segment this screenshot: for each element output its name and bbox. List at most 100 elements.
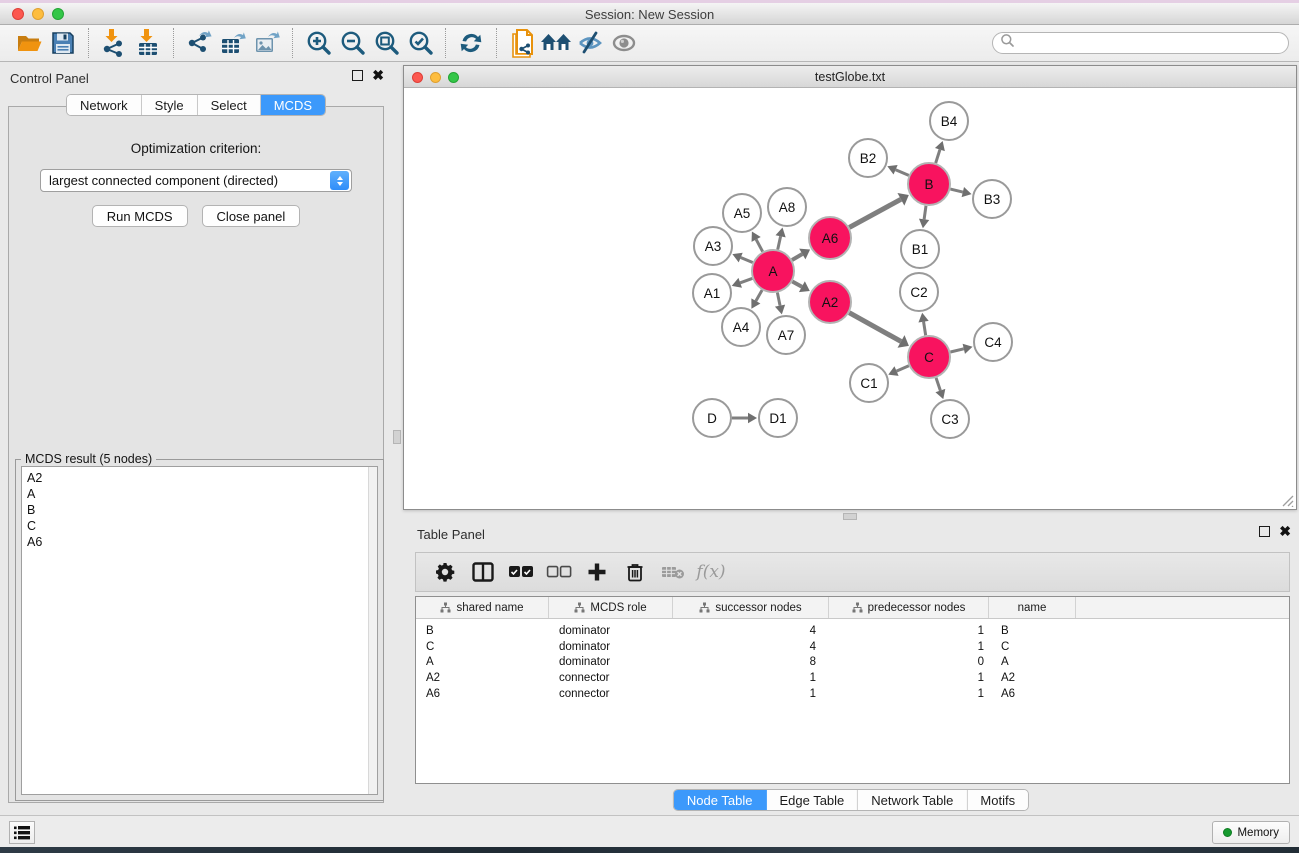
graph-edge[interactable] <box>777 293 780 306</box>
function-builder-button[interactable]: f(x) <box>692 555 730 589</box>
open-folder-icon <box>16 31 43 55</box>
graph-edge[interactable] <box>792 282 802 287</box>
tab-select[interactable]: Select <box>198 95 261 115</box>
graph-node-label: C3 <box>941 412 958 427</box>
graph-edge[interactable] <box>778 236 781 249</box>
float-panel-icon[interactable] <box>352 70 363 81</box>
graph-edge[interactable] <box>792 254 802 260</box>
table-settings-button[interactable] <box>426 555 464 589</box>
graph-node-label: A1 <box>704 286 721 301</box>
table-row[interactable]: Bdominator41B <box>416 623 1289 639</box>
list-item[interactable]: A2 <box>22 470 377 486</box>
zoom-out-icon <box>339 30 366 57</box>
graph-edge[interactable] <box>741 258 753 263</box>
column-header-successor-nodes[interactable]: successor nodes <box>673 597 829 618</box>
memory-button[interactable]: Memory <box>1212 821 1290 844</box>
delete-column-button[interactable] <box>616 555 654 589</box>
list-item[interactable]: A <box>22 486 377 502</box>
select-all-button[interactable] <box>502 555 540 589</box>
run-mcds-button[interactable]: Run MCDS <box>92 205 188 227</box>
node-table[interactable]: shared name MCDS role successor nodes pr… <box>415 596 1290 784</box>
float-panel-icon[interactable] <box>1259 526 1270 537</box>
desktop-wallpaper-bottom <box>0 847 1299 853</box>
zoom-in-button[interactable] <box>301 27 335 59</box>
graph-edge[interactable] <box>756 239 762 251</box>
column-header-name[interactable]: name <box>989 597 1076 618</box>
network-canvas[interactable]: B4B2BB3A5A8A6B1A3AC2A1A2A4A7C4CC1C3DD1 <box>404 88 1296 509</box>
panel-divider-vertical[interactable] <box>392 62 403 815</box>
first-neighbors-button[interactable] <box>539 27 573 59</box>
zoom-out-button[interactable] <box>335 27 369 59</box>
network-window-titlebar[interactable]: testGlobe.txt <box>404 66 1296 88</box>
split-view-button[interactable] <box>464 555 502 589</box>
export-network-icon <box>185 29 213 57</box>
resize-grip-icon[interactable] <box>1280 493 1294 507</box>
delete-table-button[interactable] <box>654 555 692 589</box>
search-field[interactable] <box>992 32 1289 54</box>
graph-edge-arrowhead <box>962 187 972 197</box>
column-header-predecessor-nodes[interactable]: predecessor nodes <box>829 597 989 618</box>
list-item[interactable]: A6 <box>22 534 377 550</box>
show-all-button[interactable] <box>607 27 641 59</box>
table-row[interactable]: Cdominator41C <box>416 639 1289 655</box>
zoom-selected-button[interactable] <box>403 27 437 59</box>
graph-edge[interactable] <box>950 349 963 352</box>
close-panel-button[interactable]: Close panel <box>202 205 301 227</box>
divider-handle[interactable] <box>393 430 401 444</box>
mcds-result-list[interactable]: A2 A B C A6 <box>21 466 378 795</box>
import-network-button[interactable] <box>97 27 131 59</box>
column-header-shared-name[interactable]: shared name <box>416 597 549 618</box>
table-row[interactable]: A6connector11A6 <box>416 686 1289 702</box>
export-table-button[interactable] <box>216 27 250 59</box>
tab-style[interactable]: Style <box>142 95 198 115</box>
tab-edge-table[interactable]: Edge Table <box>766 790 858 810</box>
table-row[interactable]: Adominator80A <box>416 655 1289 671</box>
tab-network[interactable]: Network <box>67 95 142 115</box>
title-bar[interactable]: Session: New Session <box>0 3 1299 25</box>
deselect-all-button[interactable] <box>540 555 578 589</box>
panel-divider-horizontal[interactable] <box>403 510 1299 522</box>
graph-edge[interactable] <box>849 313 901 342</box>
graph-edge[interactable] <box>896 170 909 176</box>
add-column-button[interactable] <box>578 555 616 589</box>
open-session-button[interactable] <box>12 27 46 59</box>
tab-node-table[interactable]: Node Table <box>674 790 767 810</box>
new-network-from-selection-button[interactable] <box>505 27 539 59</box>
graph-edge[interactable] <box>950 189 962 192</box>
graph-edge[interactable] <box>924 206 926 219</box>
table-row[interactable]: A2connector11A2 <box>416 670 1289 686</box>
control-panel-header: Control Panel ✖ <box>0 68 392 88</box>
import-table-button[interactable] <box>131 27 165 59</box>
unchecked-boxes-icon <box>546 565 572 579</box>
hide-selected-button[interactable] <box>573 27 607 59</box>
close-panel-icon[interactable]: ✖ <box>1279 526 1291 537</box>
list-item[interactable]: C <box>22 518 377 534</box>
divider-handle[interactable] <box>843 513 857 520</box>
task-history-button[interactable] <box>9 821 35 844</box>
graph-edge[interactable] <box>936 378 940 391</box>
graph-edge[interactable] <box>756 290 762 301</box>
graph-edge[interactable] <box>936 150 940 163</box>
graph-edge-arrowhead <box>918 313 928 323</box>
tab-mcds[interactable]: MCDS <box>261 95 325 115</box>
optimization-criterion-select[interactable]: largest connected component (directed) <box>40 169 352 192</box>
graph-edge[interactable] <box>924 322 926 336</box>
zoom-selected-icon <box>407 30 434 57</box>
save-session-button[interactable] <box>46 27 80 59</box>
close-panel-icon[interactable]: ✖ <box>372 70 384 81</box>
column-header-mcds-role[interactable]: MCDS role <box>549 597 673 618</box>
tab-motifs[interactable]: Motifs <box>967 790 1028 810</box>
graph-edge[interactable] <box>849 199 901 227</box>
search-input[interactable] <box>1015 34 1288 52</box>
graph-edge[interactable] <box>897 366 909 371</box>
graph-edge[interactable] <box>740 278 752 282</box>
graph-node-label: A7 <box>778 328 795 343</box>
refresh-button[interactable] <box>454 27 488 59</box>
list-scrollbar[interactable] <box>368 467 377 794</box>
export-network-button[interactable] <box>182 27 216 59</box>
export-image-button[interactable] <box>250 27 284 59</box>
zoom-fit-button[interactable] <box>369 27 403 59</box>
toolbar-separator <box>445 28 446 58</box>
list-item[interactable]: B <box>22 502 377 518</box>
tab-network-table[interactable]: Network Table <box>858 790 967 810</box>
